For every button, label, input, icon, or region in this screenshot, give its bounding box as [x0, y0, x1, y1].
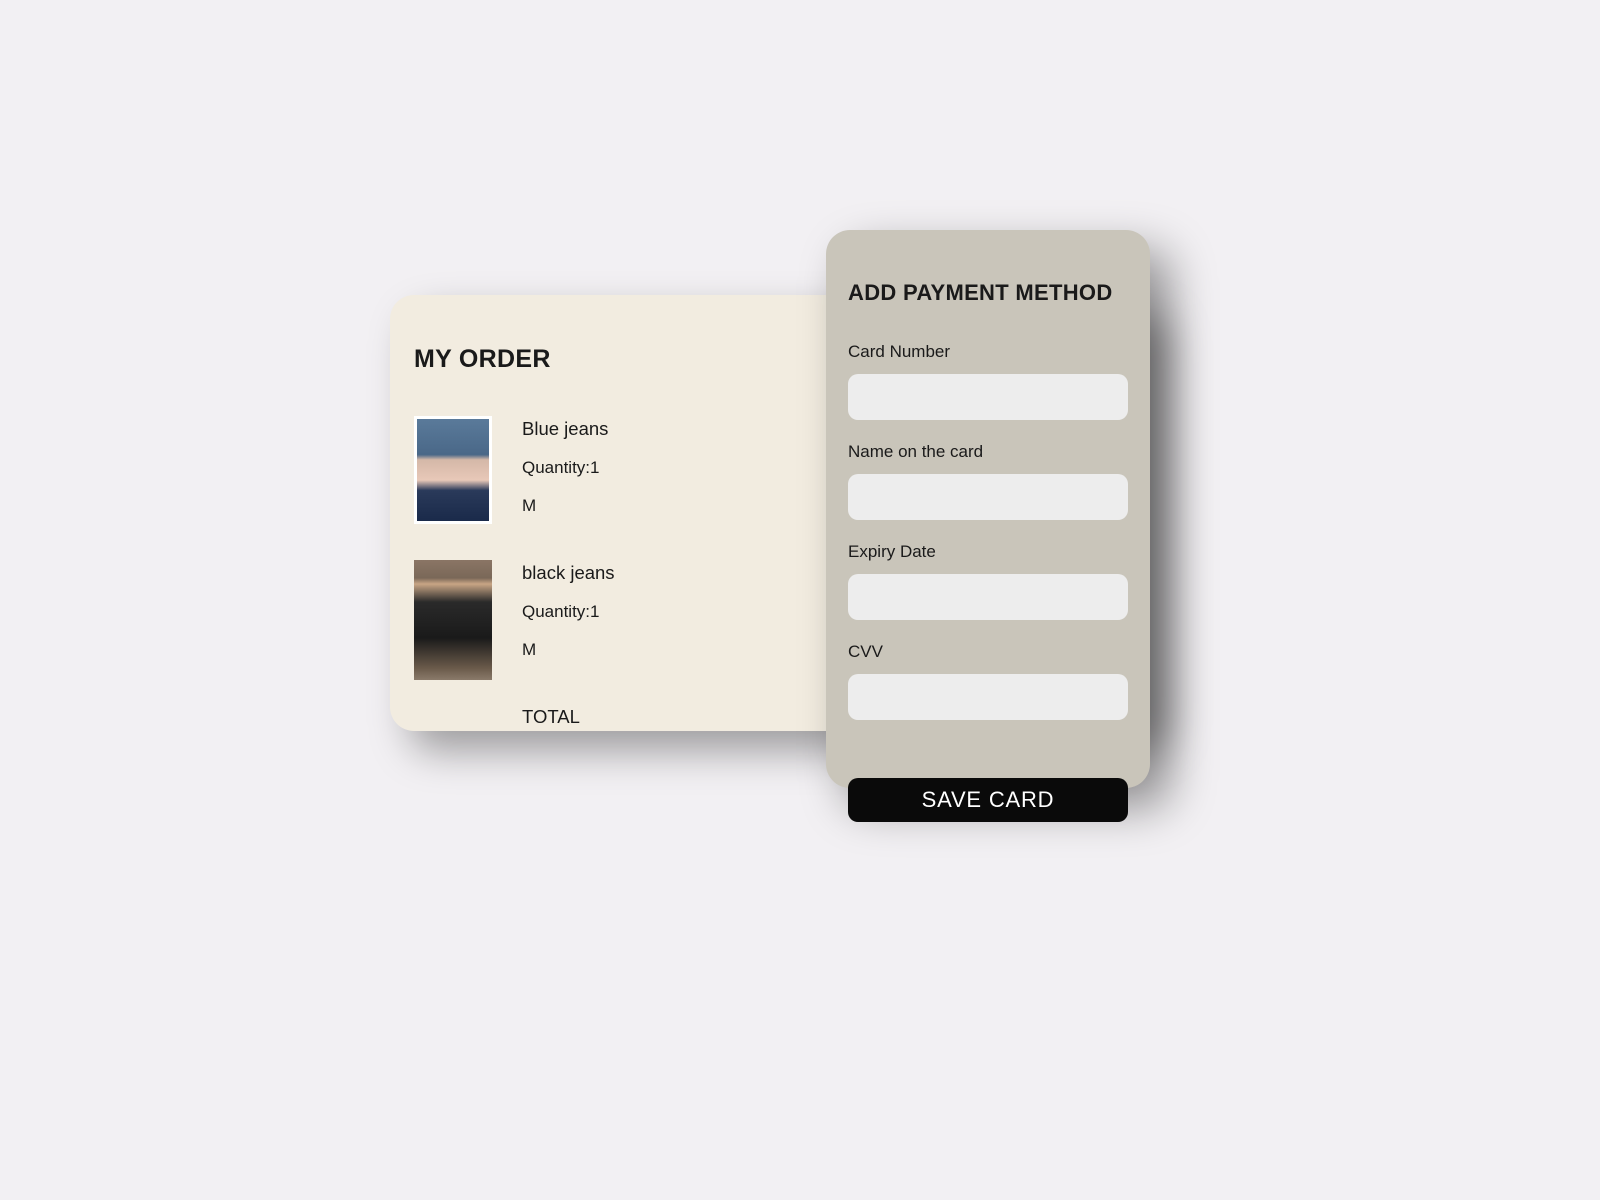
product-image — [414, 416, 492, 524]
name-on-card-label: Name on the card — [848, 442, 1128, 462]
product-image — [414, 560, 492, 680]
form-group-expiry: Expiry Date — [848, 542, 1128, 620]
name-on-card-input[interactable] — [848, 474, 1128, 520]
payment-title: ADD PAYMENT METHOD — [848, 280, 1128, 306]
save-card-button[interactable]: SAVE CARD — [848, 778, 1128, 822]
item-name: black jeans — [522, 562, 615, 584]
cvv-label: CVV — [848, 642, 1128, 662]
form-group-cvv: CVV — [848, 642, 1128, 720]
cvv-input[interactable] — [848, 674, 1128, 720]
expiry-date-label: Expiry Date — [848, 542, 1128, 562]
expiry-date-input[interactable] — [848, 574, 1128, 620]
total-label: TOTAL — [522, 706, 580, 728]
item-name: Blue jeans — [522, 418, 608, 440]
payment-card: ADD PAYMENT METHOD Card Number Name on t… — [826, 230, 1150, 788]
card-number-input[interactable] — [848, 374, 1128, 420]
card-number-label: Card Number — [848, 342, 1128, 362]
form-group-card-number: Card Number — [848, 342, 1128, 420]
form-group-name: Name on the card — [848, 442, 1128, 520]
